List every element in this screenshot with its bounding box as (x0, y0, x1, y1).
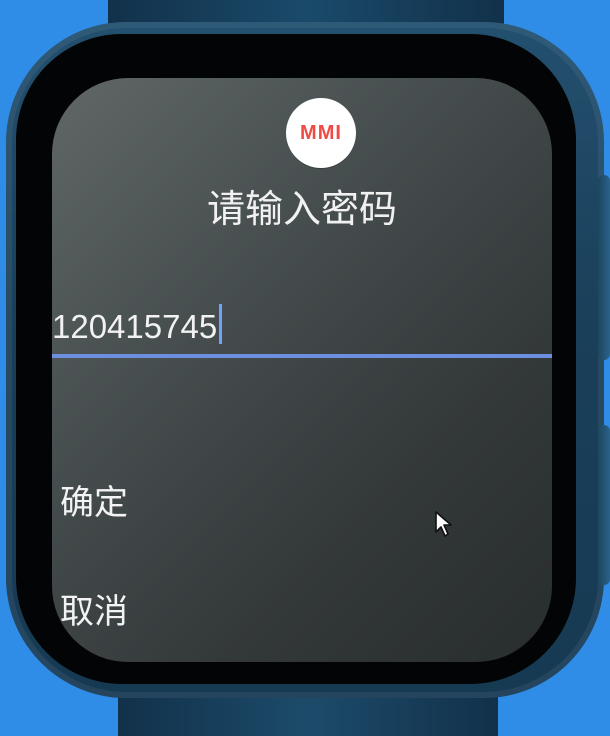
mouse-pointer-icon (435, 511, 452, 537)
mmi-logo-icon: MMI (286, 98, 356, 168)
password-underline (52, 354, 552, 358)
side-button-top (598, 175, 610, 360)
confirm-button[interactable]: 确定 (60, 486, 128, 520)
password-value: 120415745 (52, 308, 218, 345)
watch-screen: MMI 请输入密码 120415745 确定 取消 (52, 78, 552, 662)
page-title: 请输入密码 (206, 187, 397, 231)
cancel-button[interactable]: 取消 (60, 595, 128, 629)
password-input[interactable]: 120415745 (52, 298, 552, 356)
text-caret (219, 304, 223, 344)
side-button-bottom (598, 425, 610, 585)
logo-text: MMI (300, 121, 342, 144)
password-value-container: 120415745 (52, 304, 223, 345)
